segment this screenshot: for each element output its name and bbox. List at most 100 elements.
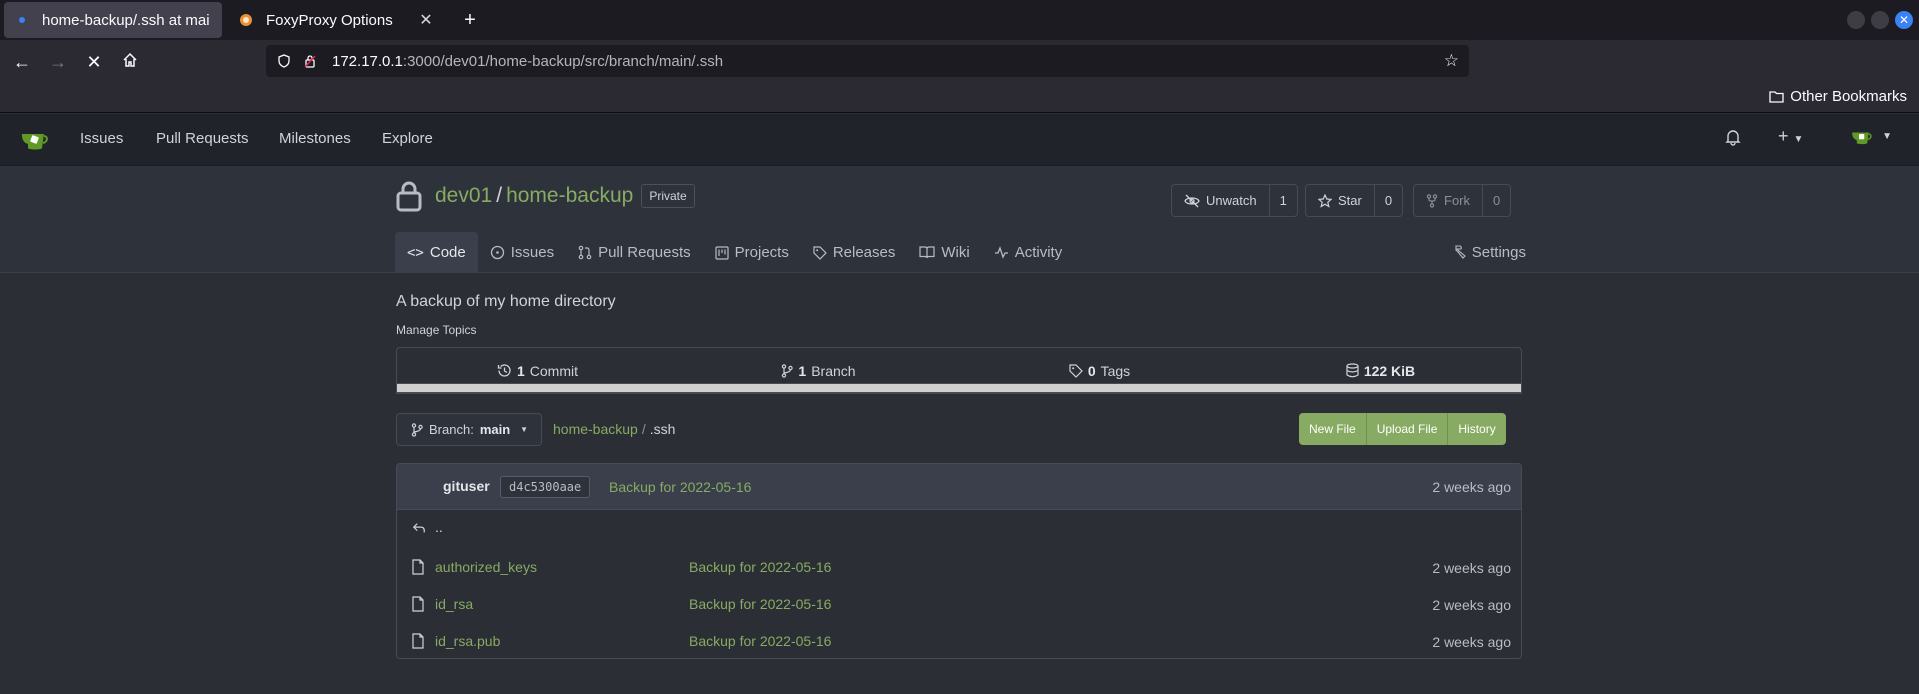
star-button[interactable]: Star — [1306, 185, 1375, 216]
fork-button[interactable]: Fork — [1414, 185, 1483, 216]
parent-dir-row[interactable]: .. — [397, 511, 1521, 548]
file-commit-message[interactable]: Backup for 2022-05-16 — [689, 559, 831, 575]
gitea-logo-icon[interactable] — [20, 128, 50, 152]
tab-pull-requests[interactable]: Pull Requests — [566, 232, 703, 273]
file-commit-message[interactable]: Backup for 2022-05-16 — [689, 633, 831, 649]
branch-label: Branch: — [429, 422, 474, 437]
other-bookmarks-folder[interactable]: Other Bookmarks — [1769, 88, 1907, 105]
book-icon — [919, 246, 935, 259]
tab-issues-label: Issues — [510, 244, 555, 261]
close-tab-icon[interactable]: ✕ — [414, 10, 438, 30]
language-stats-bar[interactable] — [396, 383, 1522, 393]
nav-milestones[interactable]: Milestones — [279, 130, 351, 147]
nav-explore[interactable]: Explore — [382, 130, 433, 147]
fork-icon — [1426, 193, 1438, 208]
maximize-window-button[interactable] — [1871, 11, 1889, 29]
file-table: gituser d4c5300aae Backup for 2022-05-16… — [396, 463, 1522, 659]
watchers-count[interactable]: 1 — [1270, 185, 1297, 216]
new-tab-button[interactable]: + — [456, 6, 484, 34]
breadcrumb-current: .ssh — [649, 421, 676, 437]
branches-label: Branch — [811, 362, 856, 379]
file-row[interactable]: id_rsa.pub Backup for 2022-05-16 2 weeks… — [397, 622, 1521, 658]
private-badge: Private — [641, 184, 695, 208]
browser-tab-active[interactable]: home-backup/.ssh at mai — [4, 2, 222, 38]
tab-code-label: Code — [429, 244, 466, 261]
repo-owner-link[interactable]: dev01 — [435, 184, 492, 208]
breadcrumb-root-link[interactable]: home-backup — [553, 421, 638, 437]
bookmarks-toolbar: Other Bookmarks — [0, 83, 1919, 113]
parent-dir-link[interactable]: .. — [435, 519, 443, 535]
eye-closed-icon — [1184, 194, 1200, 207]
file-row[interactable]: id_rsa Backup for 2022-05-16 2 weeks ago — [397, 585, 1521, 622]
url-bar[interactable]: 172.17.0.1:3000/dev01/home-backup/src/br… — [266, 45, 1469, 77]
branch-selector[interactable]: Branch: main ▼ — [396, 413, 542, 446]
bookmark-star-icon[interactable]: ☆ — [1444, 51, 1459, 71]
star-icon — [1318, 193, 1332, 208]
unwatch-button[interactable]: Unwatch — [1172, 185, 1270, 216]
caret-down-icon: ▼ — [1882, 131, 1893, 142]
home-button[interactable] — [116, 48, 144, 76]
close-window-button[interactable]: ✕ — [1895, 11, 1913, 29]
forward-button[interactable]: → — [44, 48, 72, 76]
file-icon — [412, 559, 424, 575]
file-name-link[interactable]: id_rsa — [435, 596, 473, 612]
star-button-group: Star 0 — [1305, 184, 1404, 217]
tags-label: Tags — [1100, 362, 1131, 379]
notifications-bell-icon[interactable] — [1725, 128, 1741, 150]
fork-label: Fork — [1444, 193, 1470, 208]
insecure-lock-icon[interactable] — [302, 53, 318, 69]
commits-label: Commit — [529, 362, 579, 379]
commit-message-link[interactable]: Backup for 2022-05-16 — [609, 479, 751, 495]
create-new-menu[interactable]: + ▼ — [1778, 126, 1803, 147]
file-actions-group: New File Upload File History — [1299, 413, 1506, 445]
commit-author[interactable]: gituser — [443, 478, 490, 494]
tab-projects[interactable]: Projects — [703, 232, 801, 273]
tags-count: 0 — [1087, 362, 1096, 379]
tab-issues[interactable]: Issues — [478, 232, 566, 273]
tab-wiki[interactable]: Wiki — [907, 232, 981, 273]
tab-settings[interactable]: Settings — [1452, 232, 1526, 273]
tab-pull-requests-label: Pull Requests — [598, 244, 691, 261]
loading-dot-icon — [14, 12, 30, 28]
commit-sha-button[interactable]: d4c5300aae — [500, 476, 591, 498]
file-name-link[interactable]: id_rsa.pub — [435, 633, 500, 649]
plus-icon: + — [1778, 126, 1789, 146]
tab-code[interactable]: <> Code — [395, 232, 478, 273]
branches-stat[interactable]: 1 Branch — [678, 363, 959, 379]
branch-icon — [411, 422, 423, 437]
star-label: Star — [1338, 193, 1362, 208]
nav-issues[interactable]: Issues — [80, 130, 123, 147]
tools-icon — [1455, 245, 1466, 259]
minimize-window-button[interactable] — [1847, 11, 1865, 29]
other-bookmarks-label: Other Bookmarks — [1790, 88, 1907, 105]
file-commit-message[interactable]: Backup for 2022-05-16 — [689, 596, 831, 612]
tab-activity[interactable]: Activity — [982, 232, 1075, 273]
stop-loading-button[interactable]: ✕ — [80, 48, 108, 76]
tab-releases[interactable]: Releases — [801, 232, 908, 273]
forks-count[interactable]: 0 — [1483, 185, 1510, 216]
issue-opened-icon — [490, 245, 504, 260]
repo-name-link[interactable]: home-backup — [506, 184, 633, 208]
user-menu[interactable]: ▼ — [1850, 128, 1892, 150]
new-file-button[interactable]: New File — [1299, 413, 1367, 445]
upload-file-button[interactable]: Upload File — [1367, 413, 1449, 445]
browser-tab-foxyproxy[interactable]: FoxyProxy Options ✕ — [228, 0, 446, 40]
gitea-navbar: Issues Pull Requests Milestones Explore … — [0, 114, 1919, 166]
back-button[interactable]: ← — [8, 48, 36, 76]
file-row[interactable]: authorized_keys Backup for 2022-05-16 2 … — [397, 548, 1521, 585]
code-icon: <> — [407, 244, 424, 261]
manage-topics-link[interactable]: Manage Topics — [396, 323, 477, 337]
file-name-link[interactable]: authorized_keys — [435, 559, 537, 575]
tags-stat[interactable]: 0 Tags — [959, 363, 1240, 379]
branch-icon — [782, 363, 794, 378]
commits-stat[interactable]: 1 Commit — [397, 363, 678, 379]
shield-icon[interactable] — [276, 53, 292, 69]
browser-tab-bar: home-backup/.ssh at mai FoxyProxy Option… — [0, 0, 1919, 40]
caret-down-icon: ▼ — [1793, 134, 1804, 145]
history-button[interactable]: History — [1448, 413, 1505, 445]
stars-count[interactable]: 0 — [1375, 185, 1402, 216]
nav-pull-requests[interactable]: Pull Requests — [156, 130, 249, 147]
file-commit-time: 2 weeks ago — [1432, 597, 1511, 613]
avatar — [1852, 132, 1872, 145]
tab-title: FoxyProxy Options — [266, 11, 393, 29]
